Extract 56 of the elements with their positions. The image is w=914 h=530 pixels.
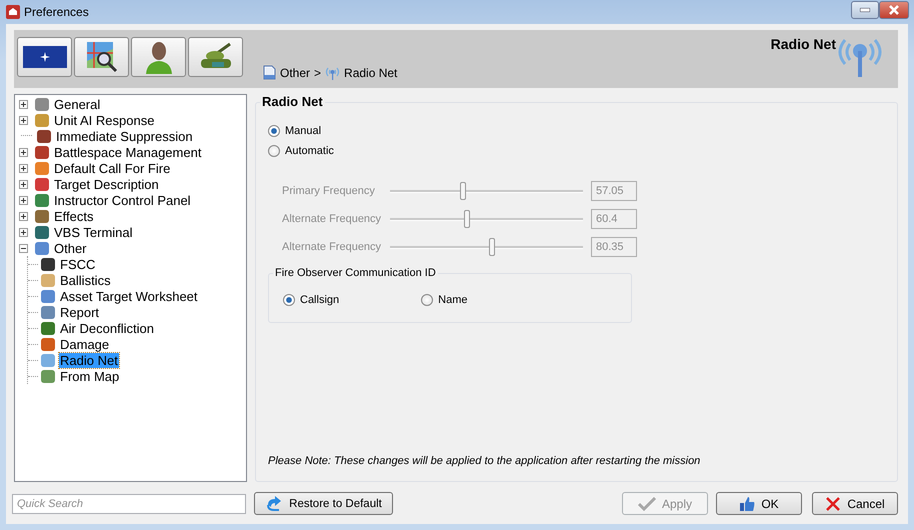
checkmark-icon (638, 496, 656, 510)
group-title: Fire Observer Communication ID (273, 267, 438, 279)
minimize-icon (860, 8, 870, 12)
group-title: Radio Net (260, 94, 325, 109)
radio-option[interactable]: Name (421, 294, 468, 306)
radio-option[interactable]: Automatic (268, 145, 885, 157)
tree-item[interactable]: Effects (53, 208, 95, 224)
tree-item[interactable]: From Map (59, 368, 120, 384)
tree-item[interactable]: Other (53, 240, 88, 256)
breadcrumb-separator: > (314, 66, 322, 80)
field-label: Alternate Frequency (282, 241, 382, 253)
tank-button[interactable] (188, 37, 243, 77)
tree-item[interactable]: Default Call For Fire (53, 160, 172, 176)
tree-item[interactable]: Ballistics (59, 272, 112, 288)
cancel-button[interactable]: Cancel (812, 492, 898, 515)
tree-item[interactable]: General (53, 96, 102, 112)
close-icon (888, 5, 900, 15)
antenna-icon (836, 36, 884, 78)
person-button[interactable] (131, 37, 186, 77)
field-label: Primary Frequency (282, 185, 376, 197)
tree-item[interactable]: Immediate Suppression (55, 128, 194, 144)
breadcrumb-item[interactable]: Radio Net (344, 66, 398, 80)
close-button[interactable] (879, 1, 909, 19)
field-label: Alternate Frequency (282, 213, 382, 225)
map-button[interactable] (74, 37, 129, 77)
ok-button[interactable]: OK (716, 492, 802, 515)
flag-icon (22, 46, 66, 68)
cancel-icon (825, 496, 842, 512)
breadcrumb-item[interactable]: Other (280, 66, 310, 80)
tree-item[interactable]: VBS Terminal (53, 224, 134, 240)
minimize-button[interactable] (851, 1, 879, 19)
search-field[interactable]: Quick Search (12, 494, 246, 514)
tree-item[interactable]: Damage (59, 336, 110, 352)
tree-item[interactable]: FSCC (59, 256, 96, 272)
tree-item[interactable]: Instructor Control Panel (53, 192, 192, 208)
radio-option[interactable]: Callsign (283, 294, 340, 306)
tree-item[interactable]: Target Description (53, 176, 160, 192)
restore-button[interactable]: Restore to Default (254, 492, 393, 515)
tree-item[interactable]: Asset Target Worksheet (59, 288, 199, 304)
antenna-icon (325, 66, 340, 80)
page-title: Radio Net (770, 36, 836, 52)
note-text: Please Note: These changes will be applied to the application after restarting the mission (268, 455, 702, 467)
tree-item[interactable]: Report (59, 304, 100, 320)
tree-item[interactable]: Unit AI Response (53, 112, 156, 128)
thumbs-up-icon (739, 496, 756, 512)
refresh-icon (265, 496, 284, 512)
map-magnifier-icon (86, 41, 118, 73)
app-icon (6, 5, 20, 19)
document-icon (263, 65, 276, 80)
tree-item[interactable]: Battlespace Management (53, 144, 202, 160)
tree-item[interactable]: Radio Net (59, 352, 119, 368)
radio-option[interactable]: Manual (268, 125, 885, 137)
flag-button[interactable] (17, 37, 72, 77)
tree-item[interactable]: Air Deconfliction (59, 320, 155, 336)
window-title: Preferences (24, 5, 89, 19)
person-icon (144, 40, 172, 74)
